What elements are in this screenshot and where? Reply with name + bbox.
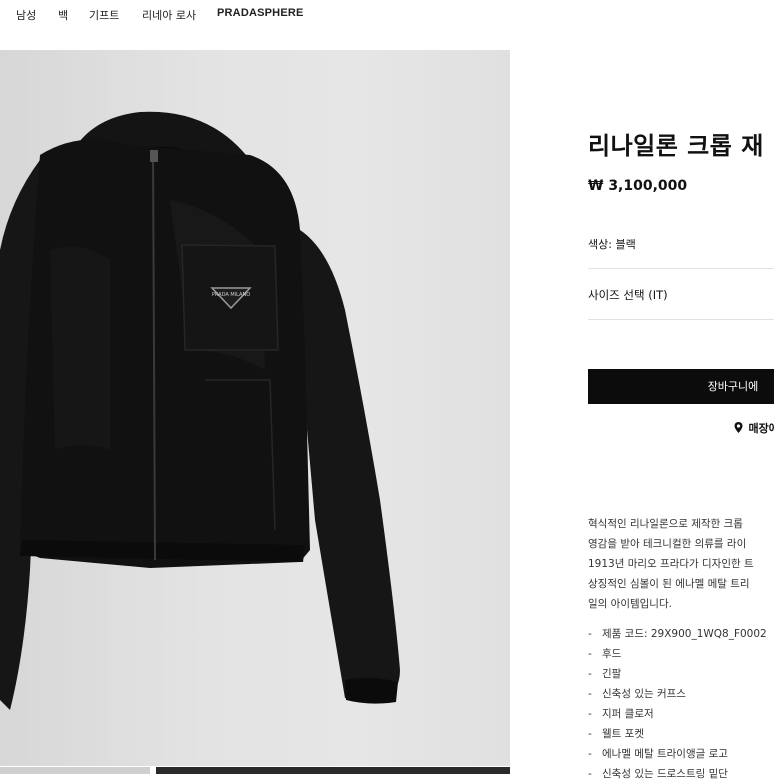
size-select[interactable]: 사이즈 선택 (IT) (588, 287, 668, 303)
spec-item: -웰트 포켓 (588, 724, 767, 744)
description-line: 1913년 마리오 프라다가 디자인한 트 (588, 554, 774, 574)
spec-item: -제품 코드: 29X900_1WQ8_F0002 (588, 624, 767, 644)
logo-text: PRADA MILANO (212, 292, 250, 298)
add-to-cart-button[interactable]: 장바구니에 (588, 369, 774, 404)
nav-item-bags[interactable]: 백 (58, 7, 68, 23)
description-line: 영감을 받아 테크니컬한 의류를 라이 (588, 534, 774, 554)
product-price: ₩ 3,100,000 (588, 178, 687, 194)
product-image[interactable]: PRADA MILANO (0, 50, 510, 766)
jacket-illustration: PRADA MILANO (0, 50, 510, 766)
thumbnail[interactable] (0, 767, 150, 774)
product-specs: -제품 코드: 29X900_1WQ8_F0002 -후드 -긴팔 -신축성 있… (588, 624, 767, 784)
color-label: 색상: (588, 238, 612, 251)
nav-item-gifts[interactable]: 기프트 (89, 7, 119, 23)
thumbnail-strip (0, 767, 510, 774)
store-link-label: 매장에 (749, 422, 774, 435)
nav-item-linea-rossa[interactable]: 리네아 로사 (142, 7, 196, 23)
color-info: 색상: 블랙 (588, 236, 636, 252)
spec-item: -긴팔 (588, 664, 767, 684)
spec-item: -에나멜 메탈 트라이앵글 로고 (588, 744, 767, 764)
nav-item-pradasphere[interactable]: PRADASPHERE (217, 7, 304, 19)
color-value: 블랙 (615, 238, 635, 251)
thumbnail[interactable] (156, 767, 510, 774)
divider (588, 319, 774, 320)
product-description: 혁식적인 리나일론으로 제작한 크롭 영감을 받아 테크니컬한 의류를 라이 1… (588, 514, 774, 614)
product-info-panel: 리나일론 크롭 재 ₩ 3,100,000 색상: 블랙 사이즈 선택 (IT)… (588, 0, 774, 774)
spec-item: -지퍼 클로저 (588, 704, 767, 724)
description-line: 일의 아이템입니다. (588, 594, 774, 614)
spec-item: -신축성 있는 커프스 (588, 684, 767, 704)
description-line: 상징적인 심볼이 된 에나멜 메탈 트리 (588, 574, 774, 594)
spec-item: -신축성 있는 드로스트링 밑단 (588, 764, 767, 784)
description-line: 혁식적인 리나일론으로 제작한 크롭 (588, 514, 774, 534)
nav-item-men[interactable]: 남성 (16, 7, 36, 23)
map-pin-icon (734, 422, 743, 433)
find-in-store-link[interactable]: 매장에 (734, 420, 774, 436)
divider (588, 268, 774, 269)
spec-item: -후드 (588, 644, 767, 664)
product-title: 리나일론 크롭 재 (588, 126, 764, 161)
